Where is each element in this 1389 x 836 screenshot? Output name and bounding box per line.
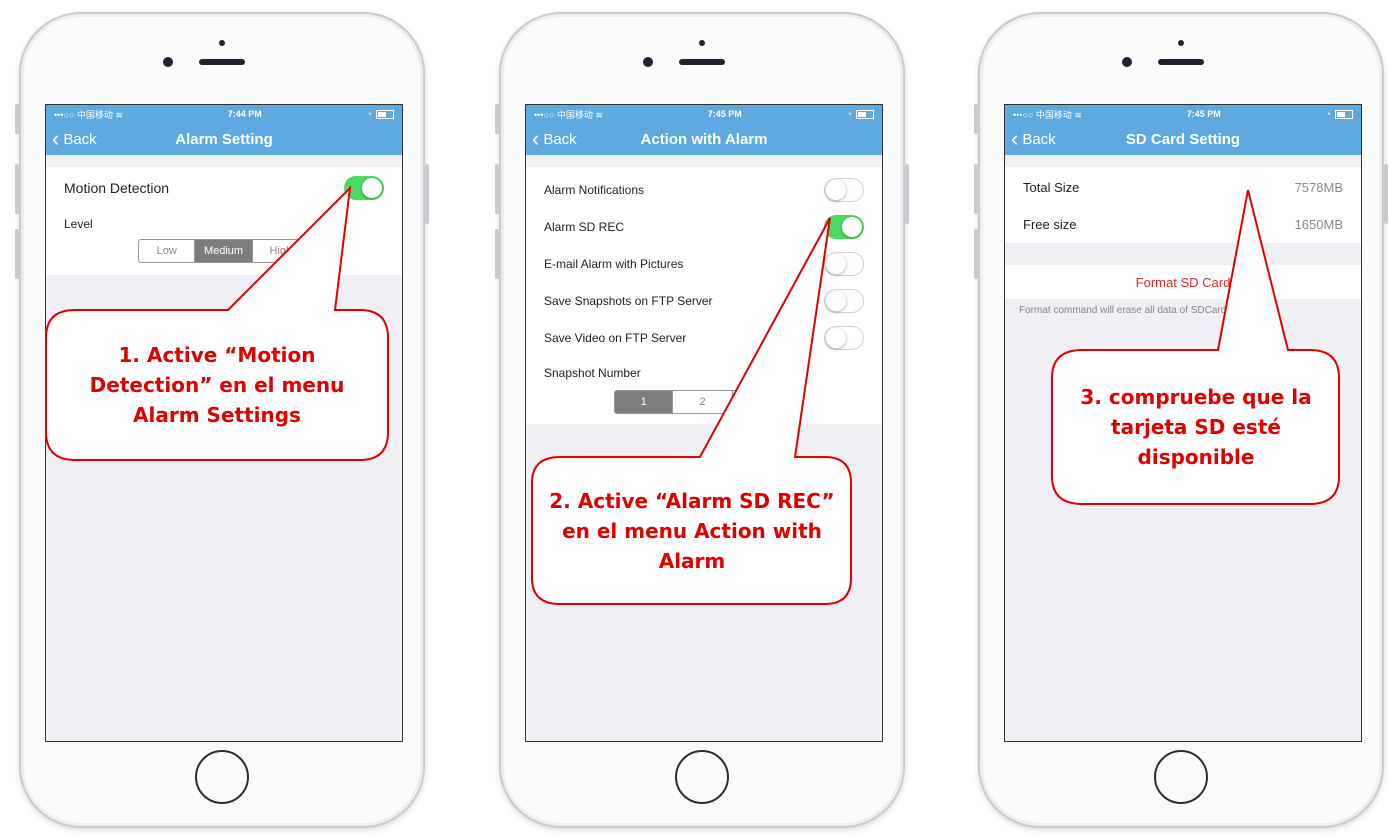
callout-text-2: 2. Active “Alarm SD REC” en el menu Acti… (549, 489, 835, 573)
callout-text-1: 1. Active “Motion Detection” en el menu … (89, 343, 345, 427)
callout-text-3: 3. compruebe que la tarjeta SD esté disp… (1080, 385, 1312, 469)
